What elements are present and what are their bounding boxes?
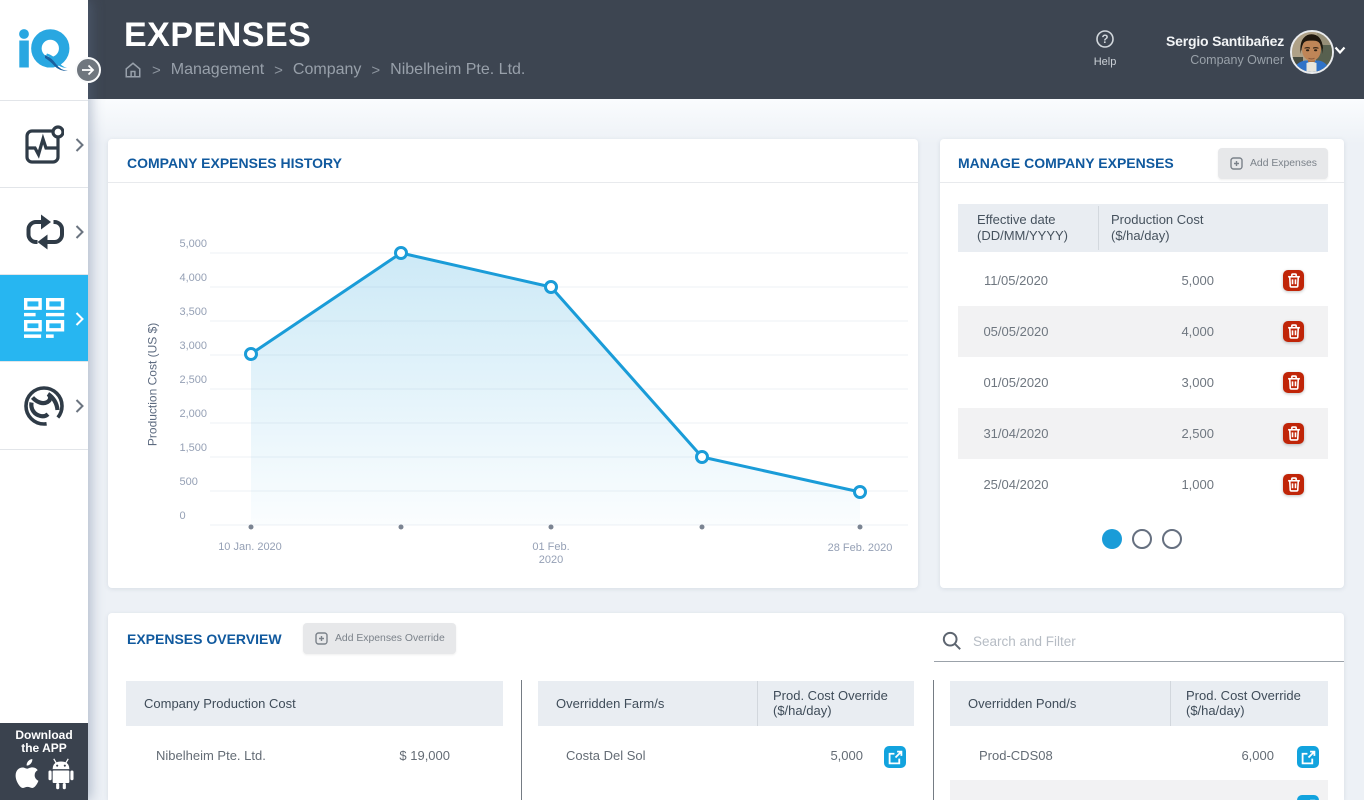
svg-text:3,000: 3,000 <box>180 340 208 352</box>
svg-text:1,500: 1,500 <box>180 442 208 454</box>
svg-text:500: 500 <box>180 476 198 488</box>
svg-text:2,000: 2,000 <box>180 408 208 420</box>
svg-text:28 Feb. 2020: 28 Feb. 2020 <box>828 542 893 554</box>
svg-text:?: ? <box>1101 34 1108 46</box>
svg-text:5,000: 5,000 <box>180 238 208 250</box>
svg-text:2020: 2020 <box>539 554 563 566</box>
svg-text:4,000: 4,000 <box>180 272 208 284</box>
svg-text:01 Feb.: 01 Feb. <box>532 541 569 553</box>
svg-text:3,500: 3,500 <box>180 306 208 318</box>
svg-text:2,500: 2,500 <box>180 374 208 386</box>
svg-text:Production Cost (US $): Production Cost (US $) <box>145 323 159 446</box>
svg-text:0: 0 <box>180 510 186 522</box>
svg-text:10 Jan. 2020: 10 Jan. 2020 <box>218 541 282 553</box>
